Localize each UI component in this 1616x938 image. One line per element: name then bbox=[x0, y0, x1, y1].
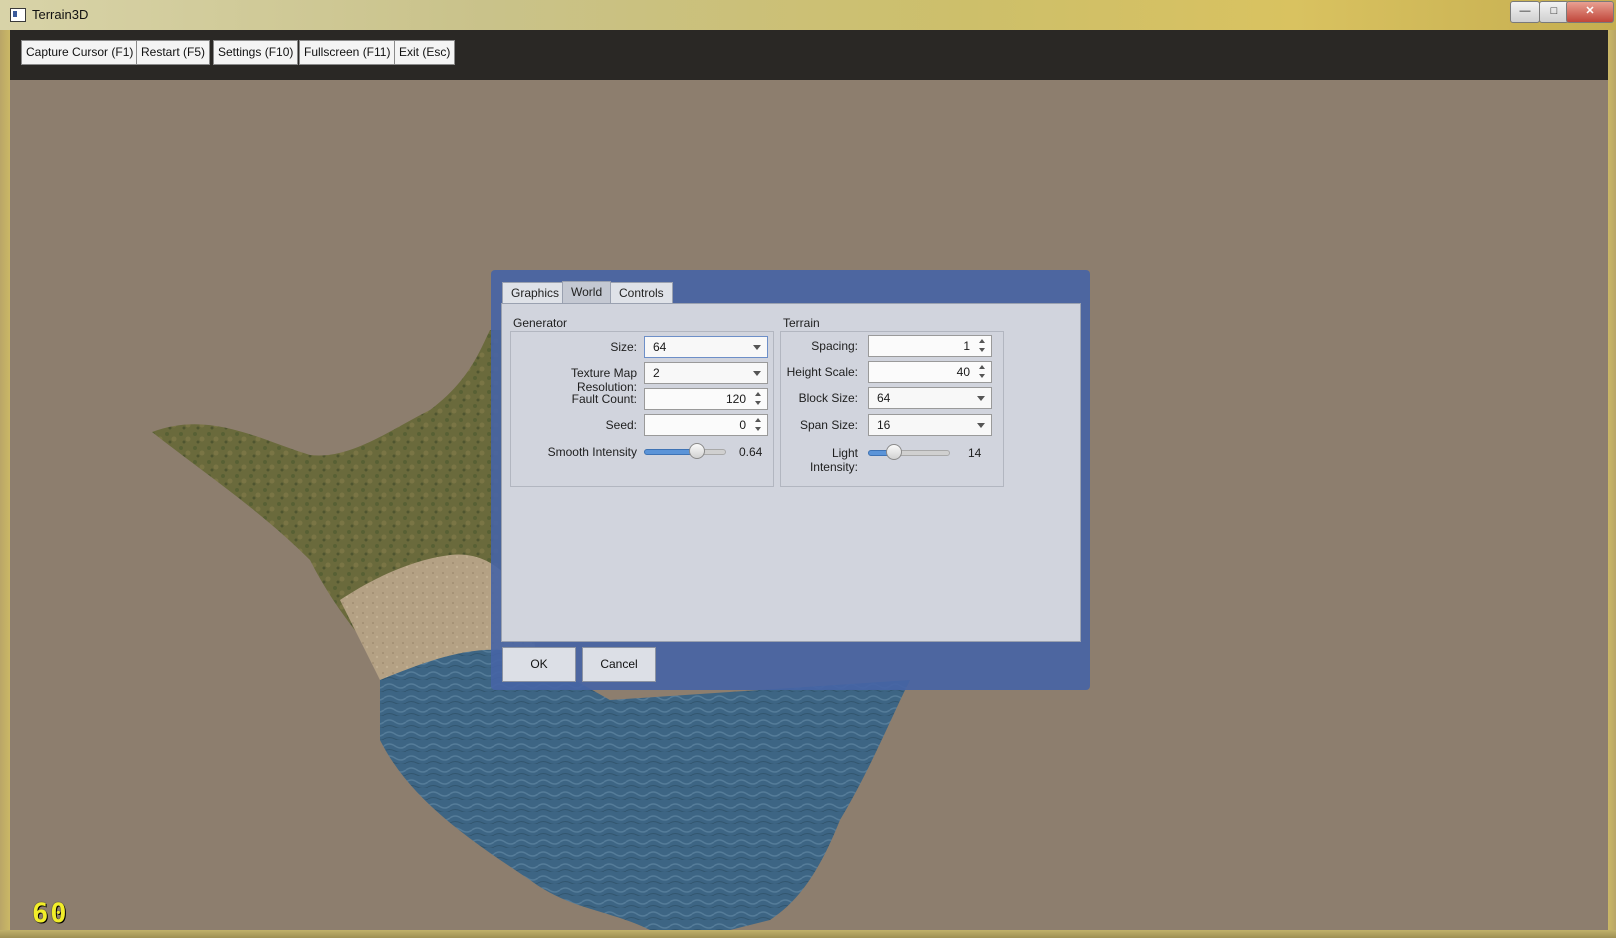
texture-map-resolution-value: 2 bbox=[653, 366, 660, 380]
spin-up-icon[interactable] bbox=[979, 365, 985, 369]
fault-count-value: 120 bbox=[725, 392, 746, 406]
spin-down-icon[interactable] bbox=[755, 427, 761, 431]
height-scale-label: Height Scale: bbox=[786, 365, 858, 379]
ok-button[interactable]: OK bbox=[502, 647, 576, 682]
spacing-spinner[interactable]: 1 bbox=[868, 335, 992, 357]
block-size-dropdown[interactable]: 64 bbox=[868, 387, 992, 409]
tab-graphics[interactable]: Graphics bbox=[502, 282, 569, 304]
light-intensity-slider[interactable] bbox=[868, 444, 950, 460]
smooth-intensity-slider[interactable] bbox=[644, 443, 726, 459]
fault-count-label: Fault Count: bbox=[571, 392, 637, 406]
light-intensity-value: 14 bbox=[968, 446, 982, 460]
fault-count-spinner[interactable]: 120 bbox=[644, 388, 768, 410]
size-dropdown[interactable]: 64 bbox=[644, 336, 768, 358]
spin-down-icon[interactable] bbox=[979, 348, 985, 352]
texture-map-resolution-label: Texture Map Resolution: bbox=[570, 366, 637, 394]
spacing-label: Spacing: bbox=[811, 339, 858, 353]
height-scale-value: 40 bbox=[956, 365, 970, 379]
restart-button[interactable]: Restart (F5) bbox=[136, 40, 211, 65]
span-size-dropdown[interactable]: 16 bbox=[868, 414, 992, 436]
app-icon bbox=[10, 8, 26, 22]
world-tab-panel: Generator Size: 64 Texture Map Resolutio… bbox=[501, 303, 1081, 642]
chevron-down-icon bbox=[977, 396, 985, 401]
app-toolbar: Capture Cursor (F1) Restart (F5) Setting… bbox=[10, 30, 1608, 80]
seed-label: Seed: bbox=[605, 418, 637, 432]
chevron-down-icon bbox=[753, 371, 761, 376]
fullscreen-button[interactable]: Fullscreen (F11) bbox=[299, 40, 396, 65]
terrain-group-title: Terrain bbox=[783, 316, 820, 330]
slider-thumb[interactable] bbox=[689, 443, 706, 459]
span-size-value: 16 bbox=[877, 418, 891, 432]
spin-up-icon[interactable] bbox=[979, 339, 985, 343]
capture-cursor-button[interactable]: Capture Cursor (F1) bbox=[21, 40, 139, 65]
block-size-value: 64 bbox=[877, 391, 891, 405]
texture-map-resolution-dropdown[interactable]: 2 bbox=[644, 362, 768, 384]
tab-world[interactable]: World bbox=[562, 281, 612, 304]
maximize-button[interactable]: □ bbox=[1539, 1, 1569, 23]
smooth-intensity-label: Smooth Intensity bbox=[547, 445, 637, 459]
close-button[interactable]: ✕ bbox=[1566, 1, 1614, 23]
span-size-label: Span Size: bbox=[799, 418, 858, 432]
generator-group-title: Generator bbox=[513, 316, 568, 330]
minimize-button[interactable]: — bbox=[1510, 1, 1540, 23]
title-bar: Terrain3D — □ ✕ bbox=[0, 0, 1616, 31]
chevron-down-icon bbox=[753, 345, 761, 350]
spin-down-icon[interactable] bbox=[979, 374, 985, 378]
seed-value: 0 bbox=[739, 418, 746, 432]
spacing-value: 1 bbox=[963, 339, 970, 353]
spin-down-icon[interactable] bbox=[755, 401, 761, 405]
window-frame-left bbox=[0, 30, 10, 938]
size-value: 64 bbox=[653, 340, 667, 354]
spin-up-icon[interactable] bbox=[755, 418, 761, 422]
light-intensity-label: Light Intensity: bbox=[809, 446, 858, 474]
block-size-label: Block Size: bbox=[798, 391, 858, 405]
fps-counter: 60 bbox=[32, 898, 69, 929]
window-frame-right bbox=[1608, 30, 1616, 938]
window-title: Terrain3D bbox=[32, 7, 89, 22]
chevron-down-icon bbox=[977, 423, 985, 428]
settings-dialog: Graphics World Controls Generator Size: … bbox=[491, 270, 1090, 690]
slider-thumb[interactable] bbox=[885, 444, 902, 460]
window-frame-bottom bbox=[0, 930, 1616, 938]
height-scale-spinner[interactable]: 40 bbox=[868, 361, 992, 383]
tab-controls[interactable]: Controls bbox=[610, 282, 673, 304]
settings-button[interactable]: Settings (F10) bbox=[213, 40, 299, 65]
cancel-button[interactable]: Cancel bbox=[582, 647, 656, 682]
seed-spinner[interactable]: 0 bbox=[644, 414, 768, 436]
spin-up-icon[interactable] bbox=[755, 392, 761, 396]
exit-button[interactable]: Exit (Esc) bbox=[394, 40, 456, 65]
smooth-intensity-value: 0.64 bbox=[739, 445, 763, 459]
size-label: Size: bbox=[610, 340, 637, 354]
